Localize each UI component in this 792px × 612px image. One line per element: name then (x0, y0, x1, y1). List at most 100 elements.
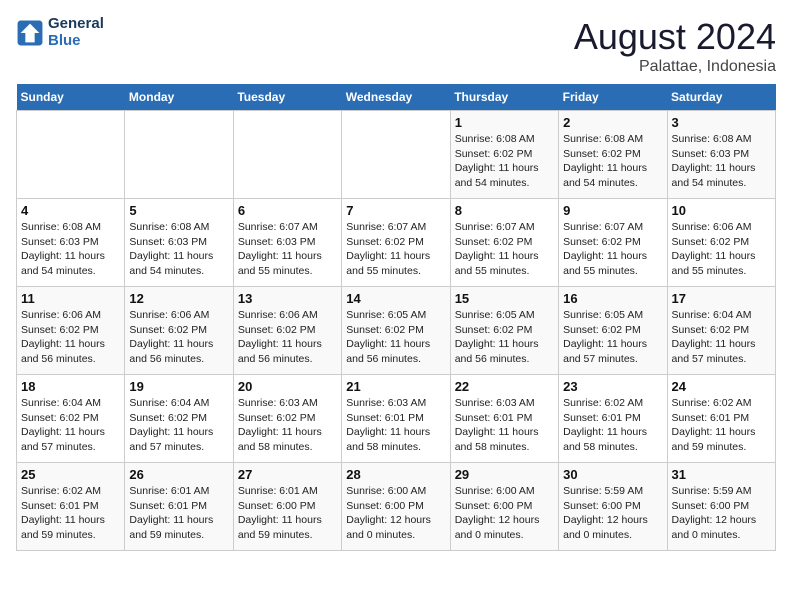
day-number: 9 (563, 203, 662, 218)
day-cell: 24Sunrise: 6:02 AM Sunset: 6:01 PM Dayli… (667, 375, 775, 463)
day-cell: 28Sunrise: 6:00 AM Sunset: 6:00 PM Dayli… (342, 463, 450, 551)
week-row-1: 1 Sunrise: 6:08 AM Sunset: 6:02 PM Daylig… (17, 111, 776, 199)
day-cell: 10Sunrise: 6:06 AM Sunset: 6:02 PM Dayli… (667, 199, 775, 287)
day-cell: 6Sunrise: 6:07 AM Sunset: 6:03 PM Daylig… (233, 199, 341, 287)
day-of-week-sunday: Sunday (17, 84, 125, 111)
day-cell (233, 111, 341, 199)
day-cell (125, 111, 233, 199)
day-number: 17 (672, 291, 771, 306)
day-number: 16 (563, 291, 662, 306)
day-cell: 2 Sunrise: 6:08 AM Sunset: 6:02 PM Daylig… (559, 111, 667, 199)
day-cell: 17Sunrise: 6:04 AM Sunset: 6:02 PM Dayli… (667, 287, 775, 375)
day-number: 21 (346, 379, 445, 394)
day-of-week-friday: Friday (559, 84, 667, 111)
day-info: Sunrise: 6:01 AM Sunset: 6:00 PM Dayligh… (238, 484, 337, 543)
logo-line1: General (48, 16, 104, 33)
day-cell: 27 Sunrise: 6:01 AM Sunset: 6:00 PM Dayli… (233, 463, 341, 551)
day-info: Sunrise: 6:02 AM Sunset: 6:01 PM Dayligh… (563, 396, 662, 455)
day-info: Sunrise: 6:01 AM Sunset: 6:01 PM Dayligh… (129, 484, 228, 543)
day-number: 11 (21, 291, 120, 306)
day-info: Sunrise: 6:06 AM Sunset: 6:02 PM Dayligh… (672, 220, 771, 279)
day-number: 26 (129, 467, 228, 482)
day-number: 4 (21, 203, 120, 218)
logo-icon (16, 19, 44, 47)
day-cell (17, 111, 125, 199)
day-info: Sunrise: 6:05 AM Sunset: 6:02 PM Dayligh… (346, 308, 445, 367)
day-info: Sunrise: 6:05 AM Sunset: 6:02 PM Dayligh… (455, 308, 554, 367)
calendar-table: SundayMondayTuesdayWednesdayThursdayFrid… (16, 84, 776, 551)
day-info: Sunrise: 6:02 AM Sunset: 6:01 PM Dayligh… (21, 484, 120, 543)
day-cell: 23Sunrise: 6:02 AM Sunset: 6:01 PM Dayli… (559, 375, 667, 463)
day-info: Sunrise: 6:08 AM Sunset: 6:02 PM Dayligh… (563, 132, 662, 191)
day-info: Sunrise: 6:03 AM Sunset: 6:02 PM Dayligh… (238, 396, 337, 455)
week-row-3: 11 Sunrise: 6:06 AM Sunset: 6:02 PM Dayli… (17, 287, 776, 375)
day-number: 12 (129, 291, 228, 306)
page-header: General Blue August 2024 Palattae, Indon… (16, 16, 776, 76)
week-row-4: 18 Sunrise: 6:04 AM Sunset: 6:02 PM Dayli… (17, 375, 776, 463)
day-info: Sunrise: 6:06 AM Sunset: 6:02 PM Dayligh… (21, 308, 120, 367)
day-of-week-wednesday: Wednesday (342, 84, 450, 111)
day-number: 20 (238, 379, 337, 394)
day-cell: 5 Sunrise: 6:08 AM Sunset: 6:03 PM Daylig… (125, 199, 233, 287)
day-number: 30 (563, 467, 662, 482)
calendar-header: SundayMondayTuesdayWednesdayThursdayFrid… (17, 84, 776, 111)
day-number: 28 (346, 467, 445, 482)
day-number: 3 (672, 115, 771, 130)
day-number: 31 (672, 467, 771, 482)
day-number: 2 (563, 115, 662, 130)
day-cell: 11 Sunrise: 6:06 AM Sunset: 6:02 PM Dayli… (17, 287, 125, 375)
day-number: 24 (672, 379, 771, 394)
day-number: 14 (346, 291, 445, 306)
day-number: 5 (129, 203, 228, 218)
day-cell: 13Sunrise: 6:06 AM Sunset: 6:02 PM Dayli… (233, 287, 341, 375)
day-cell: 25Sunrise: 6:02 AM Sunset: 6:01 PM Dayli… (17, 463, 125, 551)
day-cell: 18 Sunrise: 6:04 AM Sunset: 6:02 PM Dayli… (17, 375, 125, 463)
day-info: Sunrise: 6:04 AM Sunset: 6:02 PM Dayligh… (21, 396, 120, 455)
day-of-week-monday: Monday (125, 84, 233, 111)
day-info: Sunrise: 5:59 AM Sunset: 6:00 PM Dayligh… (672, 484, 771, 543)
day-cell: 22 Sunrise: 6:03 AM Sunset: 6:01 PM Dayli… (450, 375, 558, 463)
location-subtitle: Palattae, Indonesia (574, 58, 776, 76)
day-info: Sunrise: 6:08 AM Sunset: 6:02 PM Dayligh… (455, 132, 554, 191)
day-info: Sunrise: 6:08 AM Sunset: 6:03 PM Dayligh… (129, 220, 228, 279)
calendar-body: 1 Sunrise: 6:08 AM Sunset: 6:02 PM Daylig… (17, 111, 776, 551)
day-number: 22 (455, 379, 554, 394)
day-info: Sunrise: 6:08 AM Sunset: 6:03 PM Dayligh… (672, 132, 771, 191)
day-cell: 1 Sunrise: 6:08 AM Sunset: 6:02 PM Daylig… (450, 111, 558, 199)
day-cell: 21 Sunrise: 6:03 AM Sunset: 6:01 PM Dayli… (342, 375, 450, 463)
day-cell: 3 Sunrise: 6:08 AM Sunset: 6:03 PM Daylig… (667, 111, 775, 199)
day-of-week-thursday: Thursday (450, 84, 558, 111)
week-row-5: 25Sunrise: 6:02 AM Sunset: 6:01 PM Dayli… (17, 463, 776, 551)
day-number: 19 (129, 379, 228, 394)
day-number: 15 (455, 291, 554, 306)
day-cell: 19Sunrise: 6:04 AM Sunset: 6:02 PM Dayli… (125, 375, 233, 463)
day-info: Sunrise: 6:05 AM Sunset: 6:02 PM Dayligh… (563, 308, 662, 367)
day-cell: 31 Sunrise: 5:59 AM Sunset: 6:00 PM Dayli… (667, 463, 775, 551)
day-of-week-tuesday: Tuesday (233, 84, 341, 111)
day-number: 13 (238, 291, 337, 306)
day-info: Sunrise: 6:07 AM Sunset: 6:02 PM Dayligh… (563, 220, 662, 279)
day-number: 7 (346, 203, 445, 218)
day-info: Sunrise: 6:00 AM Sunset: 6:00 PM Dayligh… (455, 484, 554, 543)
day-number: 6 (238, 203, 337, 218)
days-of-week-row: SundayMondayTuesdayWednesdayThursdayFrid… (17, 84, 776, 111)
logo-line2: Blue (48, 33, 104, 50)
day-info: Sunrise: 6:06 AM Sunset: 6:02 PM Dayligh… (129, 308, 228, 367)
logo: General Blue (16, 16, 104, 49)
day-info: Sunrise: 6:03 AM Sunset: 6:01 PM Dayligh… (455, 396, 554, 455)
day-info: Sunrise: 6:03 AM Sunset: 6:01 PM Dayligh… (346, 396, 445, 455)
day-info: Sunrise: 6:07 AM Sunset: 6:02 PM Dayligh… (346, 220, 445, 279)
day-info: Sunrise: 5:59 AM Sunset: 6:00 PM Dayligh… (563, 484, 662, 543)
month-year-title: August 2024 (574, 16, 776, 58)
day-number: 1 (455, 115, 554, 130)
day-cell: 12 Sunrise: 6:06 AM Sunset: 6:02 PM Dayli… (125, 287, 233, 375)
day-number: 18 (21, 379, 120, 394)
day-cell: 14 Sunrise: 6:05 AM Sunset: 6:02 PM Dayli… (342, 287, 450, 375)
day-cell: 16 Sunrise: 6:05 AM Sunset: 6:02 PM Dayli… (559, 287, 667, 375)
day-cell (342, 111, 450, 199)
day-number: 8 (455, 203, 554, 218)
day-cell: 20 Sunrise: 6:03 AM Sunset: 6:02 PM Dayli… (233, 375, 341, 463)
day-cell: 15 Sunrise: 6:05 AM Sunset: 6:02 PM Dayli… (450, 287, 558, 375)
day-number: 27 (238, 467, 337, 482)
day-cell: 30 Sunrise: 5:59 AM Sunset: 6:00 PM Dayli… (559, 463, 667, 551)
